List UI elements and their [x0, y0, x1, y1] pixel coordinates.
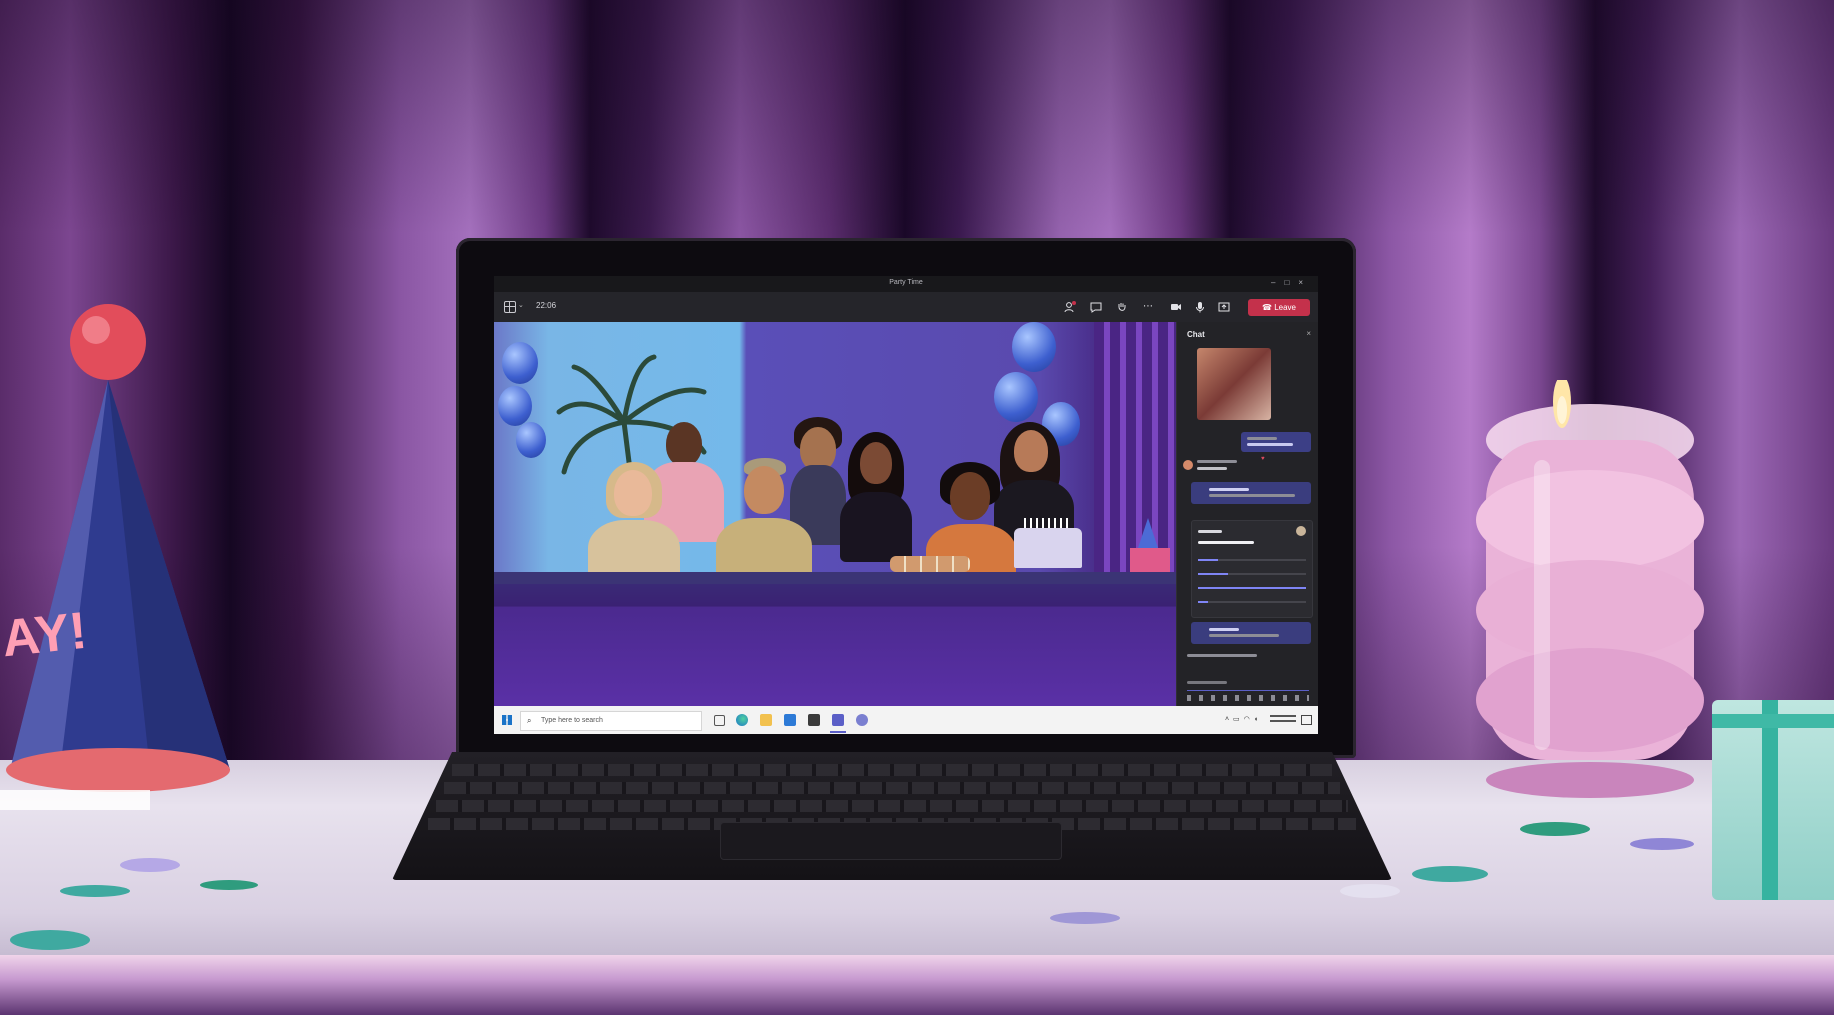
window-title: Party Time	[889, 279, 923, 286]
chevron-up-icon[interactable]: ˄	[1225, 716, 1233, 723]
reaction-heart-icon: ♥	[1261, 456, 1265, 462]
party-hat	[0, 304, 230, 810]
chevron-down-icon[interactable]: ⌄	[518, 301, 524, 309]
cupcakes	[890, 556, 970, 572]
key-row	[452, 764, 1332, 776]
confetti-piece	[1630, 838, 1694, 850]
participant[interactable]	[716, 458, 812, 588]
teams-app-icon[interactable]	[832, 714, 844, 726]
balloon	[502, 342, 538, 384]
windows-taskbar: ⌕ Type here to search ˄▭◠◖	[494, 706, 1318, 734]
candle	[1476, 380, 1704, 798]
battery-icon[interactable]: ▭	[1233, 716, 1244, 723]
birthday-cake	[1014, 518, 1082, 568]
settings-app-icon[interactable]	[856, 714, 868, 726]
gift-small	[1130, 548, 1170, 572]
poll-card	[1191, 520, 1313, 618]
participants-icon[interactable]	[1064, 301, 1076, 313]
window-titlebar: Party Time –□×	[494, 276, 1318, 292]
system-tray: ˄▭◠◖	[1225, 715, 1262, 723]
stage-table	[494, 584, 1176, 706]
key-row	[444, 782, 1340, 794]
taskbar-active-indicator	[830, 731, 846, 733]
together-mode-stage	[494, 322, 1176, 706]
avatar	[1296, 526, 1306, 536]
phone-hangup-icon: ☎	[1262, 303, 1275, 312]
confetti-piece	[120, 858, 180, 872]
raise-hand-icon[interactable]	[1116, 301, 1128, 313]
more-icon[interactable]: ⋯	[1142, 301, 1154, 313]
balloon	[498, 386, 532, 426]
meeting-toolbar: ⌄ 22:06 ⋯ ☎ Leave	[494, 292, 1318, 322]
layout-grid-icon[interactable]	[504, 301, 516, 313]
chat-shared-photo[interactable]	[1197, 348, 1271, 420]
mic-icon[interactable]	[1194, 301, 1206, 313]
laptop-keyboard	[392, 752, 1392, 880]
store-icon[interactable]	[808, 714, 820, 726]
confetti-piece	[1520, 822, 1590, 836]
notification-icon[interactable]	[1301, 715, 1312, 725]
compose-box[interactable]	[1187, 678, 1309, 691]
windows-start-icon[interactable]	[502, 715, 512, 725]
laptop-screen: Party Time –□× ⌄ 22:06 ⋯ ☎ Leave Chat × …	[494, 276, 1318, 734]
maximize-icon[interactable]: □	[1284, 278, 1298, 287]
search-icon: ⌕	[527, 716, 532, 725]
balloon	[994, 372, 1038, 422]
chat-panel: Chat × ♥	[1176, 322, 1318, 706]
poll-question-line	[1198, 541, 1254, 544]
close-icon[interactable]: ×	[1306, 329, 1311, 338]
poll-option[interactable]	[1198, 579, 1306, 589]
gift-box	[1712, 700, 1834, 900]
chat-message-line	[1187, 654, 1257, 657]
leave-label: Leave	[1274, 303, 1296, 312]
confetti-piece	[60, 885, 130, 897]
party-hat-text: AY!	[0, 601, 90, 669]
compose-toolbar	[1187, 695, 1309, 701]
confetti-piece	[1050, 912, 1120, 924]
search-placeholder: Type here to search	[541, 717, 603, 724]
chat-title: Chat	[1187, 330, 1205, 339]
taskbar-search-box[interactable]: ⌕ Type here to search	[520, 711, 702, 731]
poll-option[interactable]	[1198, 551, 1306, 561]
taskbar-clock[interactable]	[1270, 715, 1296, 725]
confetti-piece	[200, 880, 258, 890]
camera-icon[interactable]	[1170, 301, 1182, 313]
window-controls: –□×	[1271, 278, 1312, 287]
chat-meeting-card[interactable]	[1191, 622, 1311, 644]
meeting-timer: 22:06	[536, 301, 557, 310]
balloon	[516, 422, 546, 458]
share-screen-icon[interactable]	[1218, 301, 1230, 313]
balloon	[1012, 322, 1056, 372]
confetti-piece	[1340, 884, 1400, 898]
wifi-icon[interactable]: ◠	[1244, 716, 1254, 723]
poll-option[interactable]	[1198, 593, 1306, 603]
key-row	[436, 800, 1348, 812]
poll-title-line	[1198, 530, 1222, 533]
table-edge	[0, 955, 1834, 1015]
chat-message-line	[1197, 460, 1237, 463]
poll-option[interactable]	[1198, 565, 1306, 575]
touchpad	[720, 822, 1062, 860]
chat-message-line	[1197, 467, 1227, 470]
file-explorer-icon[interactable]	[760, 714, 772, 726]
task-view-icon[interactable]	[714, 715, 725, 726]
chat-icon[interactable]	[1090, 301, 1102, 313]
mail-icon[interactable]	[784, 714, 796, 726]
close-icon[interactable]: ×	[1298, 278, 1312, 287]
volume-icon[interactable]: ◖	[1254, 716, 1262, 723]
avatar	[1183, 460, 1193, 470]
party-hat-small	[1138, 518, 1158, 548]
chat-message-own	[1241, 432, 1311, 452]
chat-file-card[interactable]	[1191, 482, 1311, 504]
confetti-piece	[10, 930, 90, 950]
confetti-piece	[1412, 866, 1488, 882]
leave-button[interactable]: ☎ Leave	[1248, 299, 1310, 316]
edge-icon[interactable]	[736, 714, 748, 726]
minimize-icon[interactable]: –	[1271, 278, 1284, 287]
